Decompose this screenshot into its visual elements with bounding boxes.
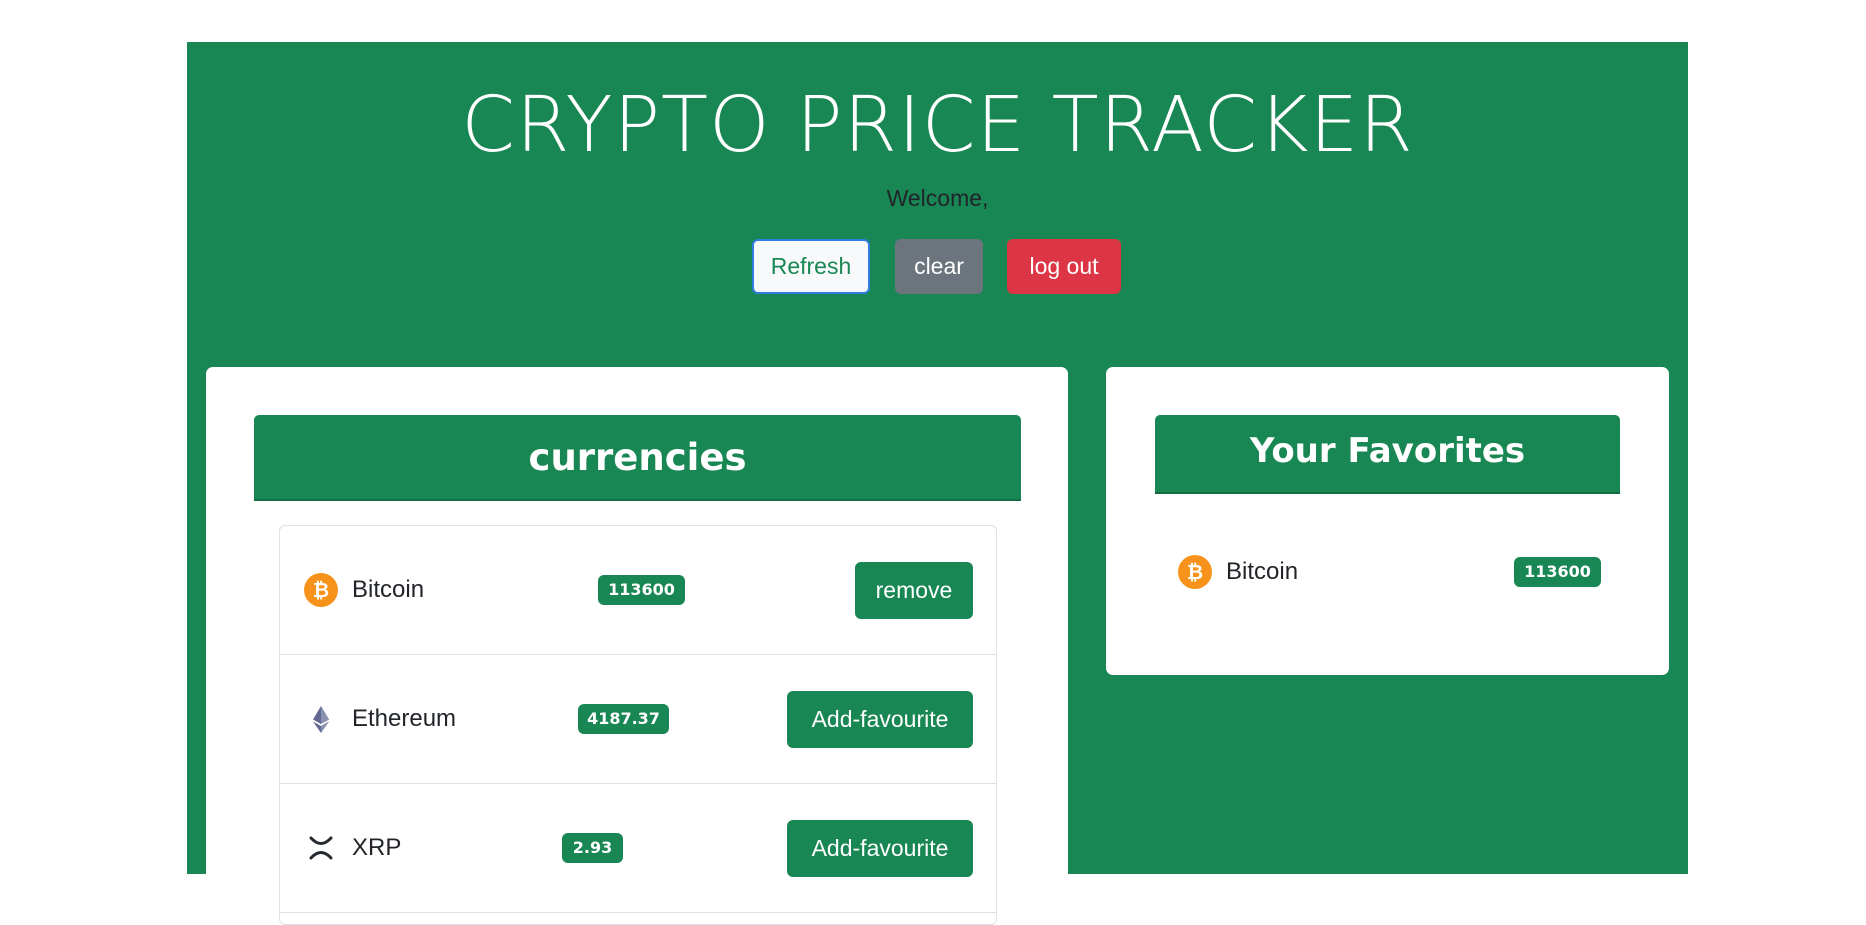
welcome-text: Welcome,: [886, 185, 989, 211]
list-item: ₿ Bitcoin 113600 remove: [280, 526, 996, 655]
favorites-header: Your Favorites: [1155, 415, 1620, 494]
price-badge: 2.93: [562, 833, 623, 863]
svg-text:₿: ₿: [1187, 560, 1203, 584]
coin-name: Bitcoin: [1226, 558, 1299, 585]
bitcoin-icon: ₿: [304, 573, 338, 607]
list-item: XRP 2.93 Add-favourite: [280, 784, 996, 913]
refresh-button[interactable]: Refresh: [752, 239, 870, 294]
svg-text:₿: ₿: [313, 578, 329, 602]
logout-button[interactable]: log out: [1007, 239, 1121, 294]
currency-list: ₿ Bitcoin 113600 remove Ethereum 4187.37…: [279, 525, 997, 925]
coin-name: Bitcoin: [352, 576, 425, 603]
coin-name: Ethereum: [352, 705, 457, 732]
clear-button[interactable]: clear: [895, 239, 983, 294]
list-item: Ethereum 4187.37 Add-favourite: [280, 655, 996, 784]
ethereum-icon: [313, 706, 329, 733]
add-favourite-button[interactable]: Add-favourite: [787, 691, 973, 748]
add-favourite-button[interactable]: Add-favourite: [787, 820, 973, 877]
currencies-header: currencies: [254, 415, 1021, 501]
xrp-icon: [309, 836, 333, 860]
coin-name: XRP: [352, 834, 402, 861]
price-badge: 113600: [1514, 557, 1601, 587]
favorites-card: Your Favorites ₿ Bitcoin 113600: [1106, 367, 1669, 675]
bitcoin-icon: ₿: [1178, 555, 1212, 589]
remove-button[interactable]: remove: [855, 562, 973, 619]
app-title: CRYPTO PRICE TRACKER: [461, 81, 1414, 170]
app-container: CRYPTO PRICE TRACKER Welcome, Refresh cl…: [187, 42, 1688, 925]
price-badge: 4187.37: [578, 704, 669, 734]
price-badge: 113600: [598, 575, 685, 605]
currencies-card: currencies ₿ Bitcoin 113600 remove Ether…: [206, 367, 1068, 925]
